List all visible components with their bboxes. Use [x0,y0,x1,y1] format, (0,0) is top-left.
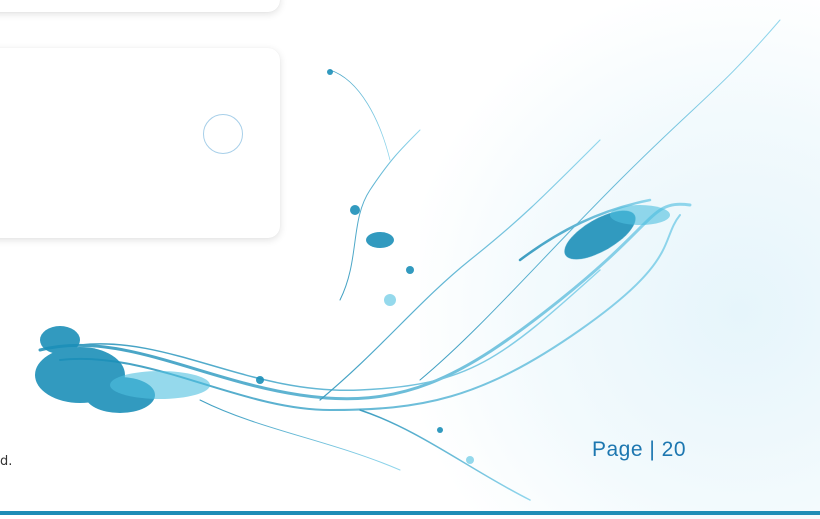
answer-card [0,48,280,238]
radio-option-icon[interactable] [203,114,243,154]
document-page: d. Page | 20 [0,0,820,519]
footer-copyright: d. [0,454,13,469]
page-number: Page | 20 [592,438,687,461]
bottom-rule [0,511,820,515]
answer-card-top [0,0,280,12]
